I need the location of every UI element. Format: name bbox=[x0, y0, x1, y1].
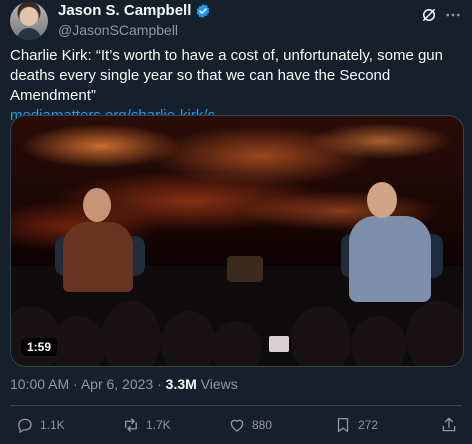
speaker-right-head bbox=[367, 182, 397, 218]
speaker-left-head bbox=[83, 188, 111, 222]
share-button[interactable] bbox=[440, 416, 458, 434]
reply-icon bbox=[18, 418, 32, 433]
repost-count: 1.7K bbox=[146, 418, 171, 432]
author-name[interactable]: Jason S. Campbell bbox=[58, 2, 191, 19]
stage-table bbox=[227, 256, 263, 282]
action-bar: 1.1K 1.7K 880 272 bbox=[10, 414, 462, 442]
heart-icon bbox=[230, 419, 244, 432]
author-handle[interactable]: @JasonSCampbell bbox=[58, 22, 178, 38]
speaker-left bbox=[63, 222, 133, 292]
audience-member bbox=[101, 301, 161, 366]
tweet-body: Charlie Kirk: “It’s worth to have a cost… bbox=[10, 47, 443, 104]
like-button[interactable]: 880 bbox=[228, 416, 272, 434]
bookmark-count: 272 bbox=[358, 418, 379, 432]
repost-icon bbox=[125, 418, 137, 432]
video-duration-badge: 1:59 bbox=[21, 338, 58, 356]
verified-badge-icon bbox=[197, 3, 210, 18]
divider bbox=[10, 405, 462, 406]
tweet: Jason S. Campbell @JasonSCampbell Charli… bbox=[0, 0, 472, 444]
views-label: Views bbox=[196, 376, 238, 392]
grok-icon[interactable] bbox=[420, 6, 438, 24]
audience-member bbox=[291, 306, 351, 366]
audience-member bbox=[161, 311, 216, 366]
name-row: Jason S. Campbell bbox=[58, 2, 211, 19]
reply-count: 1.1K bbox=[40, 418, 65, 432]
audience-member bbox=[351, 316, 406, 366]
audience-phone bbox=[269, 336, 289, 352]
share-icon bbox=[442, 417, 456, 432]
tweet-header: Jason S. Campbell @JasonSCampbell bbox=[10, 0, 462, 40]
bookmark-button[interactable]: 272 bbox=[334, 416, 378, 434]
speaker-right bbox=[349, 216, 431, 302]
reply-button[interactable]: 1.1K bbox=[16, 416, 65, 434]
repost-button[interactable]: 1.7K bbox=[122, 416, 171, 434]
like-count: 880 bbox=[252, 418, 273, 432]
tweet-meta: 10:00 AM · Apr 6, 2023 · 3.3M Views bbox=[10, 376, 238, 392]
audience-member bbox=[406, 301, 463, 366]
tweet-text: Charlie Kirk: “It’s worth to have a cost… bbox=[10, 46, 464, 126]
audience-member bbox=[211, 321, 261, 366]
video-player[interactable]: 1:59 bbox=[10, 115, 464, 367]
timestamp[interactable]: 10:00 AM · Apr 6, 2023 · bbox=[10, 376, 166, 392]
avatar[interactable] bbox=[10, 2, 48, 40]
audience-member bbox=[51, 316, 106, 366]
views-count[interactable]: 3.3M bbox=[166, 376, 197, 392]
bookmark-icon bbox=[337, 417, 349, 433]
more-options-icon[interactable] bbox=[444, 6, 462, 24]
